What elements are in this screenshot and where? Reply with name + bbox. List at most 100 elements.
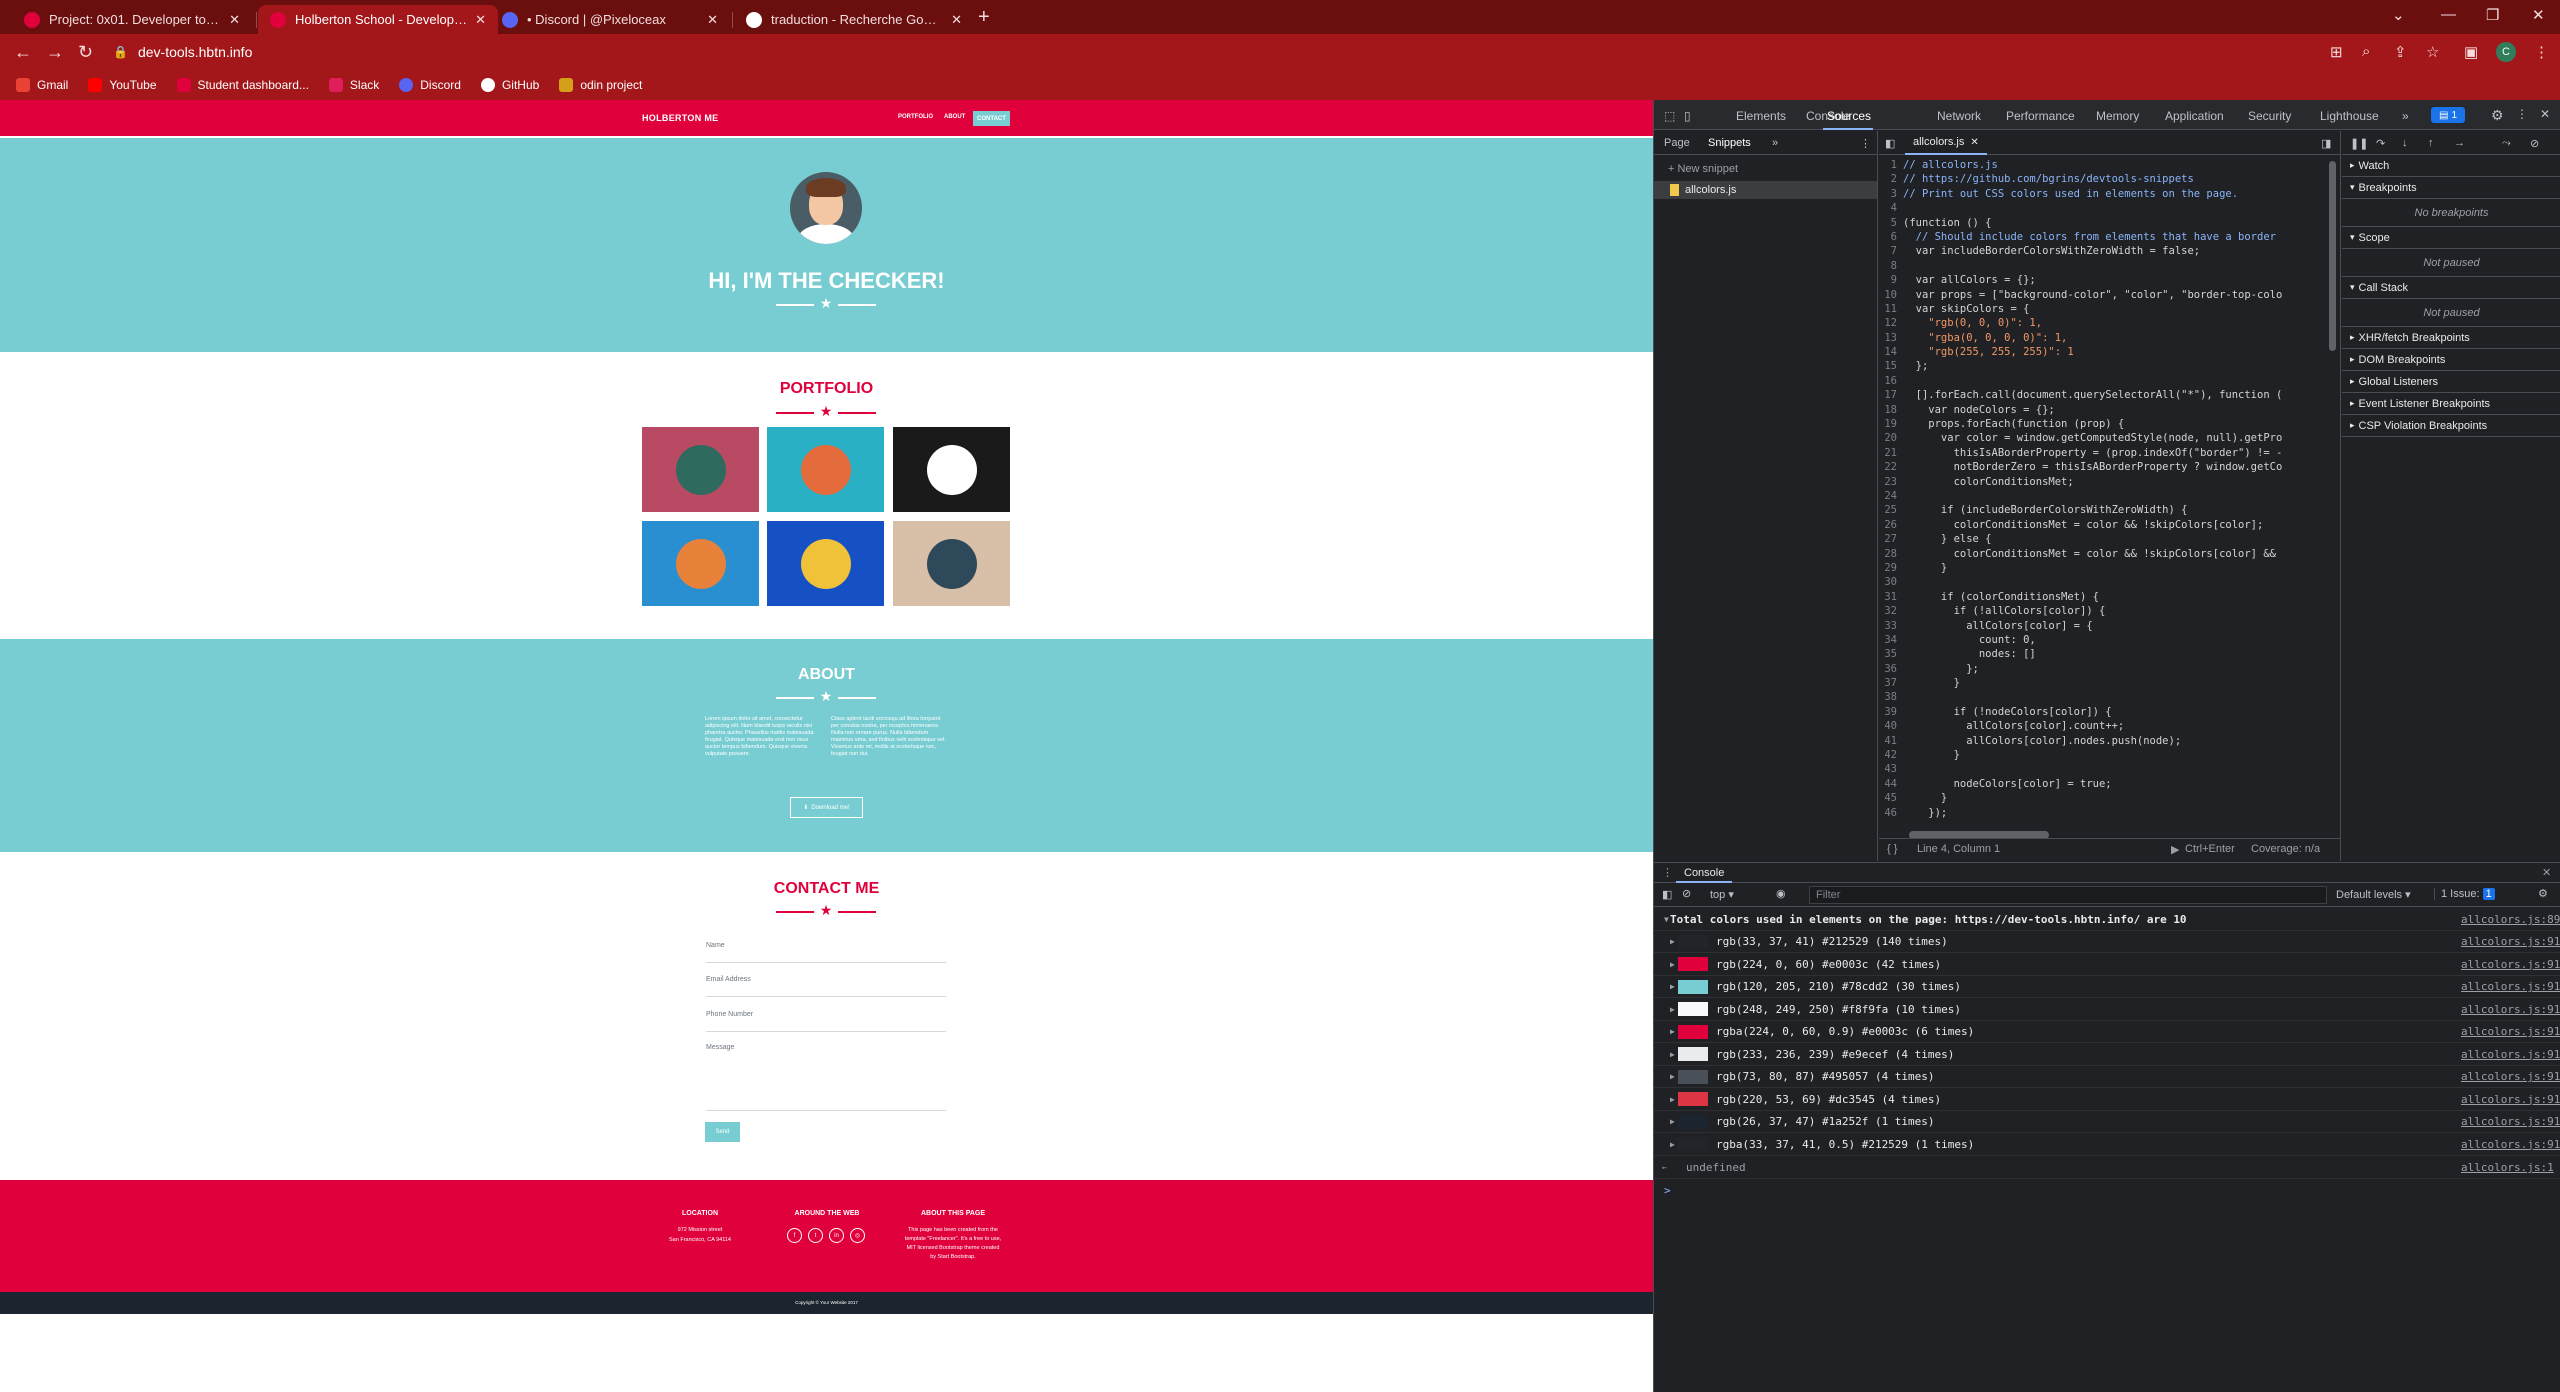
settings-gear-icon[interactable]: ⚙ — [2491, 107, 2504, 124]
devtools-tab-security[interactable]: Security — [2248, 109, 2291, 123]
line-number[interactable]: 6 — [1879, 230, 1903, 244]
debugger-section-header[interactable]: ▸ Global Listeners — [2342, 371, 2560, 393]
source-link[interactable]: allcolors.js:91 — [2461, 935, 2560, 948]
line-number[interactable]: 39 — [1879, 705, 1903, 719]
bookmark-gmail[interactable]: Gmail — [16, 78, 68, 92]
line-number[interactable]: 14 — [1879, 345, 1903, 359]
source-link[interactable]: allcolors.js:91 — [2461, 1048, 2560, 1061]
source-link[interactable]: allcolors.js:91 — [2461, 1115, 2560, 1128]
expand-arrow-icon[interactable]: ▶ — [1654, 1140, 1675, 1149]
close-drawer-icon[interactable]: ✕ — [2542, 866, 2551, 879]
live-expression-eye-icon[interactable]: ◉ — [1776, 887, 1786, 900]
side-panel-icon[interactable]: ▣ — [2464, 43, 2478, 61]
issues-badge[interactable]: ▤ 1 — [2431, 107, 2465, 123]
debugger-section-header[interactable]: ▾ Breakpoints — [2342, 177, 2560, 199]
collapse-arrow-icon[interactable]: ▼ — [1654, 915, 1670, 924]
phone-field[interactable]: Phone Number — [706, 1011, 753, 1018]
console-color-row[interactable]: ▶ rgb(26, 37, 47) #1a252f (1 times) allcol… — [1654, 1111, 2560, 1133]
source-link[interactable]: allcolors.js:91 — [2461, 1093, 2560, 1106]
console-color-row[interactable]: ▶ rgb(224, 0, 60) #e0003c (42 times) allco… — [1654, 954, 2560, 976]
bookmark-slack[interactable]: Slack — [328, 78, 379, 92]
line-number[interactable]: 19 — [1879, 417, 1903, 431]
nav-contact-link[interactable]: CONTACT — [973, 111, 1010, 126]
console-color-row[interactable]: ▶ rgba(224, 0, 60, 0.9) #e0003c (6 times)… — [1654, 1021, 2560, 1043]
expand-arrow-icon[interactable]: ▶ — [1654, 982, 1675, 991]
tab-google-search[interactable]: traduction - Recherche Google ✕ — [734, 5, 974, 34]
toggle-debugger-icon[interactable]: ◨ — [2321, 137, 2331, 150]
clear-console-icon[interactable]: ⊘ — [1682, 887, 1691, 900]
facebook-icon[interactable]: f — [787, 1228, 802, 1243]
new-tab-button[interactable]: + — [978, 6, 990, 29]
expand-arrow-icon[interactable]: ▶ — [1654, 1005, 1675, 1014]
pause-icon[interactable]: ❚❚ — [2350, 137, 2368, 150]
line-number[interactable]: 32 — [1879, 604, 1903, 618]
lock-icon[interactable]: 🔒 — [113, 45, 128, 59]
expand-arrow-icon[interactable]: ▶ — [1654, 1072, 1675, 1081]
line-number[interactable]: 25 — [1879, 503, 1903, 517]
issues-counter[interactable]: 1 Issue: 1 — [2434, 888, 2495, 900]
devtools-tab-performance[interactable]: Performance — [2006, 109, 2075, 123]
console-color-row[interactable]: ▶ rgb(233, 236, 239) #e9ecef (4 times) all… — [1654, 1044, 2560, 1066]
line-number[interactable]: 43 — [1879, 762, 1903, 776]
dribbble-icon[interactable]: ◎ — [850, 1228, 865, 1243]
source-link[interactable]: allcolors.js:89 — [2461, 913, 2560, 926]
console-prompt[interactable]: > — [1654, 1179, 2560, 1201]
translate-icon[interactable]: ⊞ — [2330, 43, 2343, 61]
line-number[interactable]: 1 — [1879, 158, 1903, 172]
bookmark-discord[interactable]: Discord — [399, 78, 461, 92]
new-snippet-button[interactable]: + New snippet — [1668, 163, 1738, 175]
line-number[interactable]: 29 — [1879, 561, 1903, 575]
step-icon[interactable]: → — [2454, 137, 2465, 149]
line-number[interactable]: 12 — [1879, 316, 1903, 330]
tab-discord[interactable]: • Discord | @Pixeloceax ✕ — [490, 5, 730, 34]
message-field[interactable]: Message — [706, 1044, 734, 1051]
console-color-row[interactable]: ▶ rgb(220, 53, 69) #dc3545 (4 times) allco… — [1654, 1089, 2560, 1111]
console-color-row[interactable]: ▶ rgba(33, 37, 41, 0.5) #212529 (1 times)… — [1654, 1134, 2560, 1156]
line-number[interactable]: 21 — [1879, 446, 1903, 460]
line-number[interactable]: 36 — [1879, 662, 1903, 676]
line-number[interactable]: 34 — [1879, 633, 1903, 647]
debugger-section-header[interactable]: ▸ DOM Breakpoints — [2342, 349, 2560, 371]
line-number[interactable]: 24 — [1879, 489, 1903, 503]
console-settings-icon[interactable]: ⚙ — [2538, 887, 2548, 900]
source-link[interactable]: allcolors.js:91 — [2461, 1138, 2560, 1151]
more-tabs-icon[interactable]: » — [2402, 109, 2409, 123]
line-number[interactable]: 8 — [1879, 259, 1903, 273]
portfolio-tile[interactable] — [893, 521, 1010, 606]
line-number[interactable]: 26 — [1879, 518, 1903, 532]
line-number[interactable]: 40 — [1879, 719, 1903, 733]
source-link[interactable]: allcolors.js:1 — [2461, 1161, 2560, 1174]
debugger-section-header[interactable]: ▾ Scope — [2342, 227, 2560, 249]
line-number[interactable]: 9 — [1879, 273, 1903, 287]
close-devtools-icon[interactable]: ✕ — [2540, 107, 2550, 121]
nav-about-link[interactable]: ABOUT — [944, 114, 965, 120]
close-tab-icon[interactable]: ✕ — [707, 12, 718, 28]
debugger-section-header[interactable]: ▸ Watch — [2342, 155, 2560, 177]
navigator-tab-snippets[interactable]: Snippets — [1708, 137, 1751, 149]
step-into-icon[interactable]: ↓ — [2402, 137, 2408, 149]
tab-project[interactable]: Project: 0x01. Developer tools | H ✕ — [12, 5, 252, 34]
run-shortcut[interactable]: Ctrl+Enter — [2185, 843, 2235, 855]
expand-arrow-icon[interactable]: ▶ — [1654, 1117, 1675, 1126]
snippet-file-item[interactable]: allcolors.js — [1654, 181, 1877, 199]
line-number[interactable]: 18 — [1879, 403, 1903, 417]
line-number[interactable]: 20 — [1879, 431, 1903, 445]
line-number[interactable]: 41 — [1879, 734, 1903, 748]
nav-portfolio-link[interactable]: PORTFOLIO — [898, 114, 933, 120]
tab-holberton-devtools[interactable]: Holberton School - Developer to ✕ — [258, 5, 498, 34]
console-filter-input[interactable]: Filter — [1809, 886, 2327, 904]
site-brand[interactable]: HOLBERTON ME — [642, 113, 718, 123]
debugger-section-header[interactable]: ▸ Event Listener Breakpoints — [2342, 393, 2560, 415]
portfolio-tile[interactable] — [893, 427, 1010, 512]
source-link[interactable]: allcolors.js:91 — [2461, 958, 2560, 971]
twitter-icon[interactable]: t — [808, 1228, 823, 1243]
close-tab-icon[interactable]: ✕ — [475, 12, 486, 28]
line-number[interactable]: 30 — [1879, 575, 1903, 589]
log-levels-dropdown[interactable]: Default levels ▾ — [2336, 888, 2411, 901]
bookmark-star-icon[interactable]: ☆ — [2426, 43, 2439, 61]
show-sidebar-icon[interactable]: ◧ — [1662, 888, 1672, 901]
line-number[interactable]: 28 — [1879, 547, 1903, 561]
line-number[interactable]: 46 — [1879, 806, 1903, 820]
navigator-tab-page[interactable]: Page — [1664, 137, 1690, 149]
bookmark-github[interactable]: GitHub — [480, 78, 539, 92]
